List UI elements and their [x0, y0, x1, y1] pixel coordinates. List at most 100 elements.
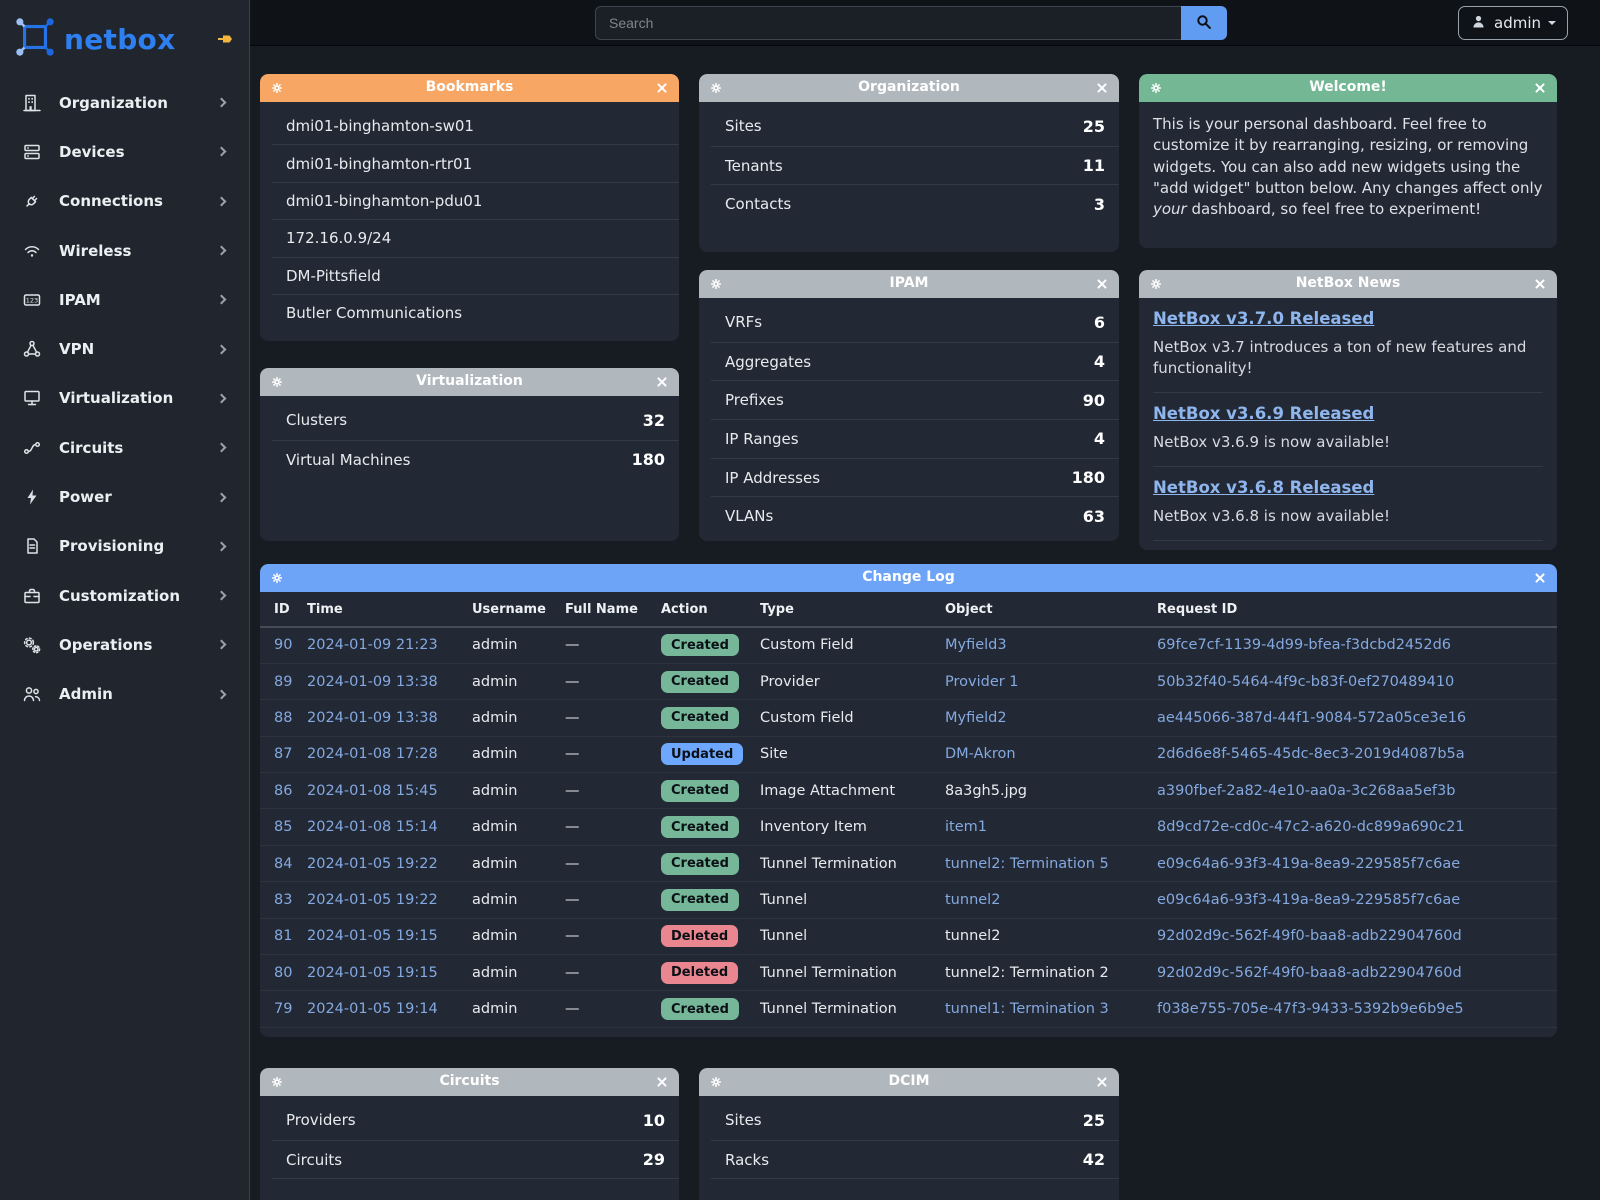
user-menu-button[interactable]: admin	[1458, 6, 1568, 40]
netbox-logo[interactable]: netbox	[0, 0, 249, 78]
sidebar-item-devices[interactable]: Devices	[0, 127, 249, 176]
widget-close-icon[interactable]	[1095, 1075, 1109, 1089]
changelog-id-link[interactable]: 87	[274, 746, 292, 762]
changelog-time-link[interactable]: 2024-01-05 19:14	[307, 1001, 438, 1017]
changelog-object-link[interactable]: tunnel1: Termination 3	[945, 1001, 1109, 1017]
stat-row[interactable]: Providers10	[272, 1101, 679, 1140]
changelog-id-link[interactable]: 81	[274, 928, 292, 944]
changelog-id-link[interactable]: 84	[274, 856, 292, 872]
changelog-request-id-link[interactable]: 50b32f40-5464-4f9c-b83f-0ef270489410	[1157, 674, 1454, 690]
widget-config-icon[interactable]	[1149, 81, 1163, 95]
bookmark-item[interactable]: dmi01-binghamton-pdu01	[272, 182, 679, 219]
changelog-request-id-link[interactable]: 69fce7cf-1139-4d99-bfea-f3dcbd2452d6	[1157, 637, 1451, 653]
stat-row[interactable]: IP Ranges4	[711, 419, 1119, 458]
sidebar-item-admin[interactable]: Admin	[0, 670, 249, 719]
sidebar-item-organization[interactable]: Organization	[0, 78, 249, 127]
changelog-time-link[interactable]: 2024-01-08 15:45	[307, 783, 438, 799]
sidebar-item-connections[interactable]: Connections	[0, 177, 249, 226]
widget-close-icon[interactable]	[655, 375, 669, 389]
stat-row[interactable]: Tenants11	[711, 146, 1119, 185]
stat-row[interactable]: IP Addresses180	[711, 458, 1119, 497]
news-headline-link[interactable]: NetBox v3.7.0 Released	[1153, 309, 1374, 328]
sidebar-item-circuits[interactable]: Circuits	[0, 423, 249, 472]
changelog-time-link[interactable]: 2024-01-08 15:14	[307, 819, 438, 835]
sidebar-item-customization[interactable]: Customization	[0, 571, 249, 620]
bookmark-item[interactable]: 172.16.0.9/24	[272, 219, 679, 256]
changelog-id-link[interactable]: 86	[274, 783, 292, 799]
widget-config-icon[interactable]	[270, 375, 284, 389]
stat-row[interactable]: VRFs6	[711, 303, 1119, 342]
changelog-time-link[interactable]: 2024-01-05 19:15	[307, 965, 438, 981]
widget-close-icon[interactable]	[655, 81, 669, 95]
changelog-request-id-link[interactable]: 2d6d6e8f-5465-45dc-8ec3-2019d4087b5a	[1157, 746, 1465, 762]
changelog-id-link[interactable]: 88	[274, 710, 292, 726]
changelog-request-id-link[interactable]: a390fbef-2a82-4e10-aa0a-3c268aa5ef3b	[1157, 783, 1455, 799]
changelog-time-link[interactable]: 2024-01-05 19:15	[307, 928, 438, 944]
widget-close-icon[interactable]	[1533, 571, 1547, 585]
sidebar-item-operations[interactable]: Operations	[0, 620, 249, 669]
changelog-time-link[interactable]: 2024-01-09 21:23	[307, 637, 438, 653]
widget-config-icon[interactable]	[270, 81, 284, 95]
changelog-id-link[interactable]: 79	[274, 1001, 292, 1017]
widget-close-icon[interactable]	[1533, 81, 1547, 95]
stat-row[interactable]: Circuits29	[272, 1140, 679, 1179]
stat-row[interactable]: Virtual Machines180	[272, 440, 679, 479]
widget-close-icon[interactable]	[655, 1075, 669, 1089]
changelog-object-link[interactable]: DM-Akron	[945, 746, 1016, 762]
stat-row[interactable]: Clusters32	[272, 401, 679, 440]
widget-close-icon[interactable]	[1533, 277, 1547, 291]
changelog-request-id-link[interactable]: 8d9cd72e-cd0c-47c2-a620-dc899a690c21	[1157, 819, 1465, 835]
stat-row[interactable]: Sites25	[711, 1101, 1119, 1140]
widget-close-icon[interactable]	[1095, 277, 1109, 291]
changelog-object-link[interactable]: item1	[945, 819, 987, 835]
bookmark-item[interactable]: Butler Communications	[272, 294, 679, 331]
stat-row[interactable]: Racks42	[711, 1140, 1119, 1179]
bookmark-item[interactable]: DM-Pittsfield	[272, 257, 679, 294]
stat-row[interactable]: Sites25	[711, 107, 1119, 146]
widget-close-icon[interactable]	[1095, 81, 1109, 95]
changelog-object-link[interactable]: Myfield2	[945, 710, 1007, 726]
changelog-request-id-link[interactable]: ae445066-387d-44f1-9084-572a05ce3e16	[1157, 710, 1466, 726]
stat-row[interactable]: Prefixes90	[711, 380, 1119, 419]
widget-config-icon[interactable]	[270, 571, 284, 585]
search-input[interactable]	[595, 6, 1181, 40]
stat-row[interactable]: Aggregates4	[711, 342, 1119, 381]
changelog-time-link[interactable]: 2024-01-09 13:38	[307, 674, 438, 690]
changelog-request-id-link[interactable]: 92d02d9c-562f-49f0-baa8-adb22904760d	[1157, 965, 1462, 981]
widget-config-icon[interactable]	[709, 81, 723, 95]
changelog-id-link[interactable]: 85	[274, 819, 292, 835]
search-button[interactable]	[1181, 6, 1227, 40]
widget-config-icon[interactable]	[709, 1075, 723, 1089]
news-headline-link[interactable]: NetBox v3.6.9 Released	[1153, 404, 1374, 423]
sidebar-item-wireless[interactable]: Wireless	[0, 226, 249, 275]
changelog-id-link[interactable]: 89	[274, 674, 292, 690]
widget-config-icon[interactable]	[709, 277, 723, 291]
changelog-object-link[interactable]: tunnel2	[945, 892, 1000, 908]
news-headline-link[interactable]: NetBox v3.6.8 Released	[1153, 478, 1374, 497]
changelog-time-link[interactable]: 2024-01-09 13:38	[307, 710, 438, 726]
bookmark-item[interactable]: dmi01-binghamton-rtr01	[272, 144, 679, 181]
sidebar-item-vpn[interactable]: VPN	[0, 324, 249, 373]
sidebar-item-ipam[interactable]: 123IPAM	[0, 275, 249, 324]
sidebar-item-virtualization[interactable]: Virtualization	[0, 374, 249, 423]
changelog-id-link[interactable]: 83	[274, 892, 292, 908]
changelog-time-link[interactable]: 2024-01-05 19:22	[307, 856, 438, 872]
changelog-request-id-link[interactable]: 92d02d9c-562f-49f0-baa8-adb22904760d	[1157, 928, 1462, 944]
changelog-time-link[interactable]: 2024-01-05 19:22	[307, 892, 438, 908]
stat-row[interactable]: VLANs63	[711, 496, 1119, 535]
widget-config-icon[interactable]	[1149, 277, 1163, 291]
sidebar-item-provisioning[interactable]: Provisioning	[0, 522, 249, 571]
changelog-object-link[interactable]: tunnel2: Termination 5	[945, 856, 1109, 872]
changelog-time-link[interactable]: 2024-01-08 17:28	[307, 746, 438, 762]
changelog-object-link[interactable]: Myfield3	[945, 637, 1007, 653]
changelog-id-link[interactable]: 90	[274, 637, 292, 653]
widget-config-icon[interactable]	[270, 1075, 284, 1089]
changelog-request-id-link[interactable]: e09c64a6-93f3-419a-8ea9-229585f7c6ae	[1157, 892, 1460, 908]
bookmark-item[interactable]: dmi01-binghamton-sw01	[272, 107, 679, 144]
sidebar-pin-icon[interactable]	[215, 29, 235, 53]
changelog-id-link[interactable]: 80	[274, 965, 292, 981]
stat-row[interactable]: Contacts3	[711, 184, 1119, 223]
changelog-object-link[interactable]: Provider 1	[945, 674, 1019, 690]
changelog-request-id-link[interactable]: e09c64a6-93f3-419a-8ea9-229585f7c6ae	[1157, 856, 1460, 872]
changelog-request-id-link[interactable]: f038e755-705e-47f3-9433-5392b9e6b9e5	[1157, 1001, 1464, 1017]
